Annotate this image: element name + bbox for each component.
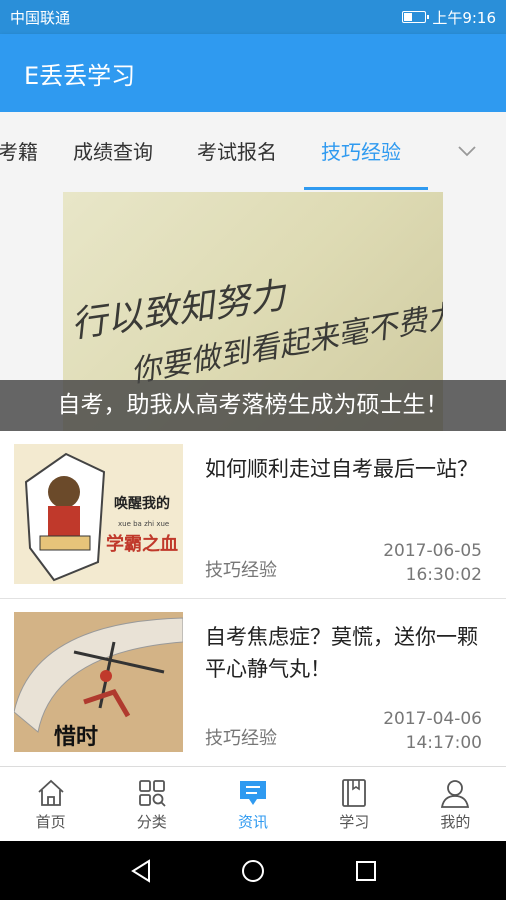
battery-icon xyxy=(402,11,430,23)
nav-home[interactable]: 首页 xyxy=(0,767,101,841)
article-thumbnail: 惜时 xyxy=(14,612,183,752)
article-title: 如何顺利走过自考最后一站？ xyxy=(205,457,478,481)
book-icon xyxy=(342,779,367,807)
article-date-day: 2017-04-06 xyxy=(383,709,482,729)
article-thumbnail: 唤醒我的 xue ba zhi xue 学霸之血 xyxy=(14,444,183,584)
carrier-label: 中国联通 xyxy=(10,8,71,27)
app-bar: E丢丢学习 xyxy=(0,34,506,112)
tab-tips-experience[interactable]: 技巧经验 xyxy=(321,112,401,192)
article-date: 2017-04-06 14:17:00 xyxy=(352,707,482,755)
thumb-text-1: 唤醒我的 xyxy=(114,495,170,512)
tab-exam-registration[interactable]: 考试报名 xyxy=(197,112,277,192)
article-date: 2017-06-05 16:30:02 xyxy=(352,539,482,587)
article-date-time: 14:17:00 xyxy=(405,733,482,753)
thumb-text-2: 学霸之血 xyxy=(106,533,178,555)
recents-icon[interactable] xyxy=(352,857,380,885)
article-date-time: 16:30:02 xyxy=(405,565,482,585)
category-icon xyxy=(138,780,166,807)
article-category: 技巧经验 xyxy=(205,728,277,749)
user-icon xyxy=(441,780,470,808)
status-right: 上午9:16 xyxy=(402,7,496,28)
nav-study[interactable]: 学习 xyxy=(304,767,405,841)
thumb-text: 惜时 xyxy=(54,725,98,750)
article-item[interactable]: 唤醒我的 xue ba zhi xue 学霸之血 如何顺利走过自考最后一站？ 技… xyxy=(0,431,506,599)
nav-mine-label: 我的 xyxy=(440,813,471,831)
system-nav-bar xyxy=(0,841,506,900)
article-item[interactable]: 惜时 自考焦虑症？莫慌，送你一颗平心静气丸！ 技巧经验 2017-04-06 1… xyxy=(0,599,506,767)
news-icon xyxy=(240,781,266,805)
category-tabs: 考籍 成绩查询 考试报名 技巧经验 xyxy=(0,112,506,192)
back-icon[interactable] xyxy=(127,857,155,885)
active-tab-indicator xyxy=(304,187,428,190)
app-title: E丢丢学习 xyxy=(24,61,136,90)
bottom-nav: 首页 分类 资讯 学习 我的 xyxy=(0,766,506,841)
tab-score-query[interactable]: 成绩查询 xyxy=(73,112,153,192)
banner-caption: 自考，助我从高考落榜生成为硕士生！ xyxy=(0,380,506,431)
status-bar: 中国联通 上午9:16 xyxy=(0,0,506,34)
clock: 上午9:16 xyxy=(432,8,496,27)
nav-home-label: 首页 xyxy=(35,813,66,831)
home-circle-icon[interactable] xyxy=(239,857,267,885)
thumb-pinyin: xue ba zhi xue xyxy=(118,520,169,528)
home-icon xyxy=(37,779,64,806)
chevron-down-icon[interactable] xyxy=(456,140,478,162)
nav-category[interactable]: 分类 xyxy=(101,767,202,841)
nav-category-label: 分类 xyxy=(136,813,167,831)
article-title: 自考焦虑症？莫慌，送你一颗平心静气丸！ xyxy=(205,625,478,681)
article-category: 技巧经验 xyxy=(205,560,277,581)
tab-kaoji[interactable]: 考籍 xyxy=(0,112,38,192)
article-date-day: 2017-06-05 xyxy=(383,541,482,561)
nav-news[interactable]: 资讯 xyxy=(202,767,303,841)
nav-mine[interactable]: 我的 xyxy=(405,767,506,841)
nav-news-label: 资讯 xyxy=(238,813,269,831)
banner[interactable]: 行以致知努力 你要做到看起来毫不费力 自考，助我从高考落榜生成为硕士生！ xyxy=(0,192,506,431)
nav-study-label: 学习 xyxy=(339,813,370,831)
